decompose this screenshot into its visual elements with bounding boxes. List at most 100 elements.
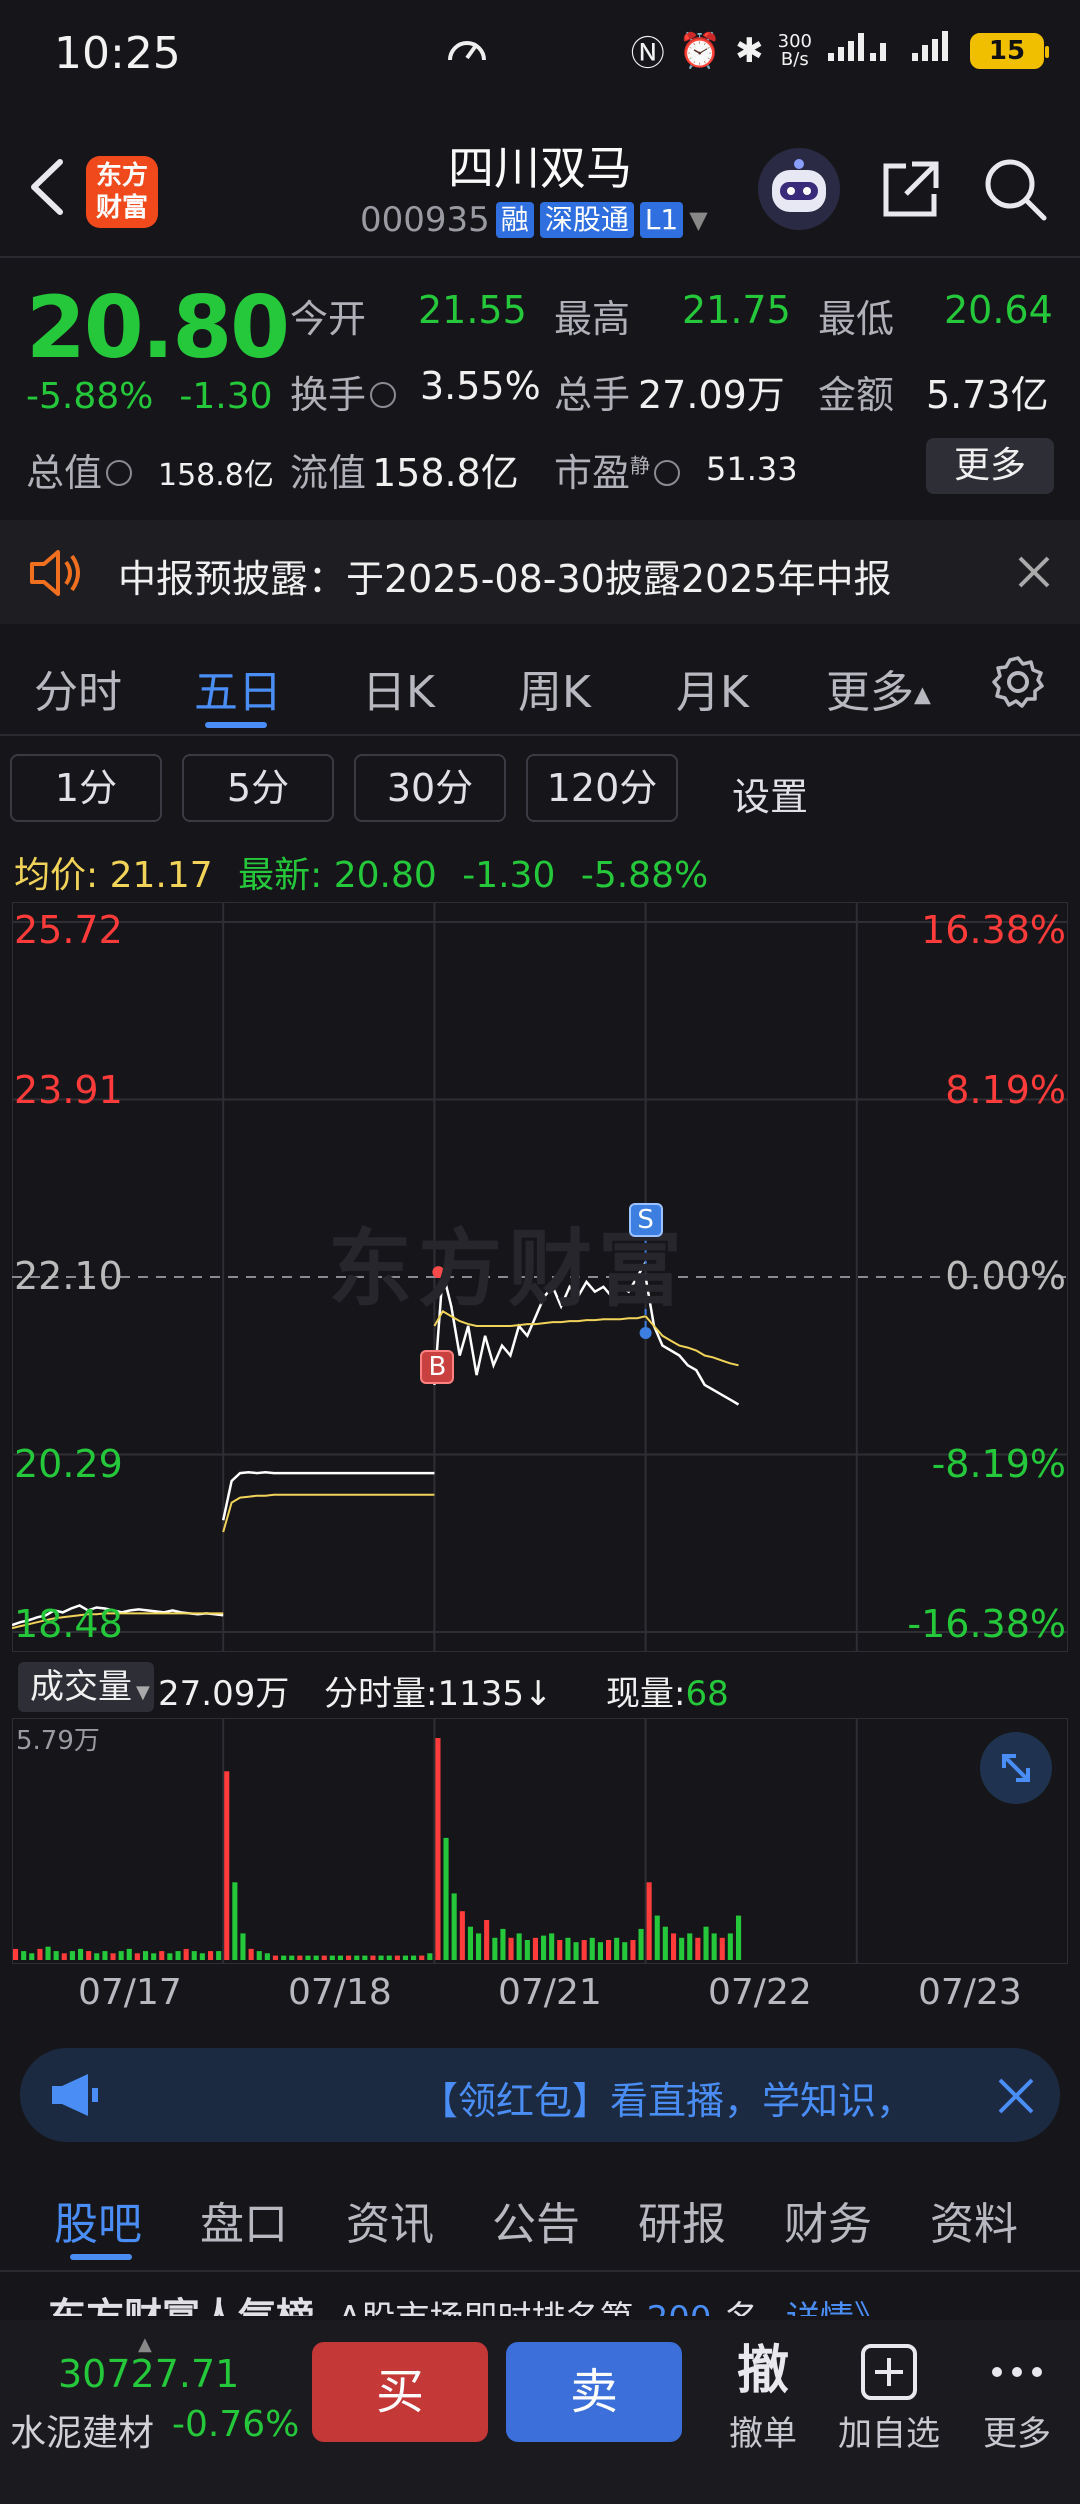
current-volume-label: 现量: bbox=[606, 1674, 686, 1714]
tab-weekly-k[interactable]: 周K bbox=[518, 656, 591, 720]
avg-value: 21.17 bbox=[109, 855, 213, 896]
period-120min[interactable]: 120分 bbox=[526, 754, 678, 822]
volume-bar bbox=[386, 1955, 392, 1960]
volume-bar bbox=[69, 1951, 75, 1960]
more-actions-button[interactable]: 更多 bbox=[962, 2336, 1072, 2455]
robot-assistant-icon[interactable] bbox=[758, 148, 840, 230]
mktcap-label[interactable]: 总值 bbox=[26, 442, 136, 497]
divider bbox=[0, 734, 1080, 736]
volume-bar bbox=[476, 1933, 482, 1960]
notice-banner[interactable]: 中报预披露：于2025-08-30披露2025年中报 bbox=[0, 520, 1080, 624]
volume-bar bbox=[508, 1937, 514, 1960]
tab-profile[interactable]: 资料 bbox=[930, 2188, 1018, 2252]
volume-bar bbox=[281, 1955, 287, 1960]
tab-financials[interactable]: 财务 bbox=[784, 2188, 872, 2252]
buy-marker[interactable]: B bbox=[420, 1350, 455, 1385]
tag-margin: 融 bbox=[495, 202, 534, 238]
change-pct: -5.88% bbox=[26, 376, 154, 417]
sector-index-name[interactable]: 水泥建材 bbox=[10, 2404, 154, 2456]
search-icon[interactable] bbox=[980, 154, 1050, 224]
volume-bar bbox=[411, 1955, 417, 1960]
volume-bar bbox=[61, 1953, 67, 1960]
x-axis-label: 07/23 bbox=[918, 1972, 1022, 2013]
volume-bar bbox=[581, 1940, 587, 1960]
share-icon[interactable] bbox=[876, 154, 946, 224]
speedometer-icon bbox=[444, 28, 490, 78]
expand-icon[interactable] bbox=[980, 1732, 1052, 1804]
five-day-chart[interactable]: 25.72 23.91 22.10 20.29 18.48 16.38% 8.1… bbox=[11, 901, 1069, 1653]
pe-label[interactable]: 市盈静 bbox=[554, 442, 684, 497]
close-icon[interactable] bbox=[1016, 554, 1052, 594]
tag-level: L1 bbox=[639, 202, 684, 238]
tab-five-day[interactable]: 五日 bbox=[194, 656, 282, 720]
tab-more[interactable]: 更多▲ bbox=[826, 656, 931, 720]
y-left-label: 18.48 bbox=[14, 1602, 123, 1646]
volume-dropdown[interactable]: 成交量 ▼ bbox=[18, 1662, 154, 1712]
y-right-label: 8.19% bbox=[945, 1068, 1066, 1112]
amount-value: 5.73亿 bbox=[926, 373, 1049, 417]
tab-intraday[interactable]: 分时 bbox=[34, 656, 122, 720]
volume-bar bbox=[94, 1953, 100, 1960]
info-icon bbox=[654, 459, 681, 486]
tab-forum[interactable]: 股吧 bbox=[54, 2188, 142, 2252]
tab-underline bbox=[70, 2254, 132, 2260]
tab-announcements[interactable]: 公告 bbox=[492, 2188, 580, 2252]
high-label: 最高 bbox=[554, 297, 631, 341]
volume-chart[interactable]: 5.79万 bbox=[11, 1717, 1069, 1965]
close-icon[interactable] bbox=[996, 2076, 1036, 2120]
more-button[interactable]: 更多 bbox=[926, 438, 1054, 494]
y-right-label: -8.19% bbox=[931, 1442, 1066, 1486]
volume-bar bbox=[362, 1955, 368, 1960]
cancel-order-icon: 撤 bbox=[736, 2341, 789, 2401]
tab-monthly-k[interactable]: 月K bbox=[676, 656, 749, 720]
turnover-label[interactable]: 换手 bbox=[290, 364, 400, 419]
sell-marker[interactable]: S bbox=[628, 1203, 663, 1237]
volume-bar bbox=[427, 1953, 433, 1960]
quote-panel: 20.80 -5.88% -1.30 今开 21.55 最高 21.75 最低 2… bbox=[0, 258, 1080, 518]
sell-point bbox=[639, 1327, 652, 1339]
gear-icon[interactable] bbox=[988, 652, 1048, 716]
volume-bar bbox=[289, 1955, 295, 1960]
cancel-order-button[interactable]: 撤 撤单 bbox=[708, 2336, 818, 2455]
low-value: 20.64 bbox=[944, 288, 1053, 332]
volume-bar bbox=[727, 1933, 733, 1960]
volume-border bbox=[11, 1717, 1069, 1965]
turnover-value: 3.55% bbox=[420, 364, 541, 408]
volume-header: 成交量 ▼ 27.09万 分时量:1135↓ 现量:68 bbox=[12, 1656, 1068, 1716]
volume-bar bbox=[484, 1920, 490, 1960]
period-settings[interactable]: 设置 bbox=[732, 766, 808, 821]
popularity-peek[interactable]: 东方财富人气榜 ·A股市场即时排名第 200 名 详情》 bbox=[0, 2276, 1080, 2316]
avg-label: 均价: bbox=[14, 855, 99, 896]
volume-bar bbox=[435, 1738, 441, 1960]
open-label: 今开 bbox=[290, 297, 367, 341]
promo-banner[interactable]: 【领红包】看直播，学知识， bbox=[20, 2048, 1060, 2142]
volume-bar bbox=[573, 1942, 579, 1960]
volume-bar bbox=[297, 1955, 303, 1960]
volume-bar bbox=[143, 1951, 149, 1960]
period-1min[interactable]: 1分 bbox=[10, 754, 162, 822]
tab-news[interactable]: 资讯 bbox=[346, 2188, 434, 2252]
popularity-link[interactable]: 详情》 bbox=[786, 2299, 888, 2316]
period-5min[interactable]: 5分 bbox=[182, 754, 334, 822]
sector-index-value[interactable]: 30727.71 bbox=[58, 2352, 239, 2396]
sell-button[interactable]: 卖 bbox=[506, 2342, 682, 2442]
volume-bar bbox=[86, 1951, 92, 1960]
status-time: 10:25 bbox=[54, 28, 181, 79]
caret-down-icon: ▼ bbox=[689, 206, 708, 234]
buy-button[interactable]: 买 bbox=[312, 2342, 488, 2442]
last-label: 最新: bbox=[238, 855, 323, 896]
period-30min[interactable]: 30分 bbox=[354, 754, 506, 822]
tab-research[interactable]: 研报 bbox=[638, 2188, 726, 2252]
popularity-unit: 名 bbox=[725, 2299, 759, 2316]
volume-bar bbox=[159, 1951, 165, 1960]
add-watchlist-button[interactable]: 加自选 bbox=[834, 2336, 944, 2455]
volume-bar bbox=[21, 1951, 27, 1960]
volume-bar bbox=[29, 1953, 35, 1960]
avg-price-row: 均价: 21.17 最新: 20.80 -1.30 -5.88% bbox=[14, 846, 708, 898]
tab-orderbook[interactable]: 盘口 bbox=[200, 2188, 288, 2252]
volume-total: 27.09万 bbox=[158, 1674, 290, 1714]
tab-daily-k[interactable]: 日K bbox=[362, 656, 435, 720]
popularity-desc: ·A股市场即时排名第 bbox=[327, 2299, 633, 2316]
volume-bar bbox=[638, 1928, 644, 1960]
stock-code-row[interactable]: 000935 融 深股通 L1 ▼ bbox=[360, 200, 708, 240]
